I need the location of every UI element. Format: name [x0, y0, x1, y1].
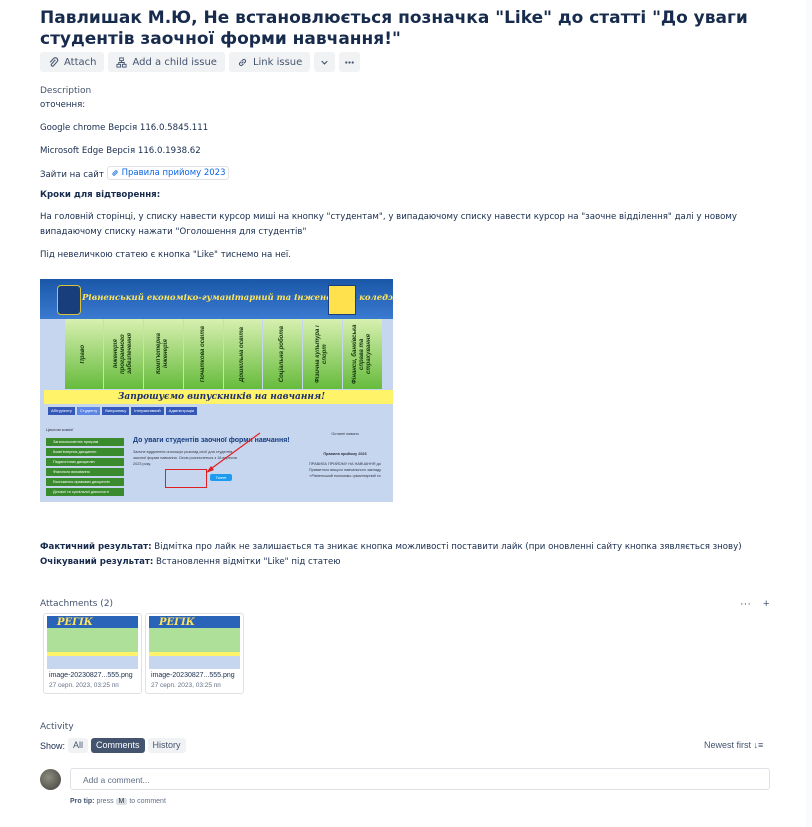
- filter-history[interactable]: History: [147, 738, 186, 753]
- right-col-rules: Правила прийому 2023: [323, 452, 367, 456]
- shortcut-key: M: [115, 798, 128, 805]
- attachment-thumbnail: РЕГІК: [47, 616, 138, 669]
- actual-result-text: Відмітка про лайк не залишається та зник…: [154, 542, 742, 552]
- link-icon: [111, 170, 118, 176]
- pro-tip-label: Pro tip:: [70, 798, 95, 805]
- steps-heading-text: Кроки для відтворення:: [40, 190, 161, 200]
- attachment-card[interactable]: РЕГІК image-20230827...555.png 27 серп. …: [43, 613, 142, 694]
- attach-button[interactable]: Attach: [40, 52, 105, 72]
- sort-order-button[interactable]: Newest first ↓≡: [704, 740, 763, 750]
- attachments-more-button[interactable]: ···: [740, 598, 751, 610]
- right-col-heading: Останні новини: [331, 432, 359, 436]
- attachment-thumbnail: РЕГІК: [149, 616, 240, 669]
- attachment-name: image-20230827...555.png: [49, 672, 133, 679]
- add-comment-input[interactable]: Add a comment...: [70, 768, 770, 790]
- actual-result: Фактичний результат: Відмітка про лайк н…: [40, 542, 742, 552]
- activity-label: Activity: [40, 722, 74, 732]
- browser-chrome: Google chrome Версія 116.0.5845.111: [40, 123, 209, 133]
- description-label: Description: [40, 86, 92, 96]
- embedded-screenshot[interactable]: Рівненський економіко-гуманітарний та ін…: [40, 279, 393, 502]
- add-child-label: Add a child issue: [132, 56, 217, 68]
- more-icon: [345, 60, 355, 64]
- issue-toolbar: Attach Add a child issue Link issue: [40, 52, 361, 72]
- attach-label: Attach: [64, 56, 97, 68]
- link-issue-label: Link issue: [252, 56, 303, 68]
- add-child-issue-button[interactable]: Add a child issue: [108, 52, 225, 72]
- activity-filter: Show: All Comments History: [40, 738, 186, 753]
- attachments-actions: ··· +: [740, 598, 769, 610]
- issue-title: Павлишак М.Ю, Не встановлюється позначка…: [40, 8, 748, 49]
- hierarchy-icon: [116, 56, 128, 68]
- step-1: На головній сторінці, у списку навести к…: [40, 212, 737, 237]
- goto-prefix: Зайти на сайт: [40, 170, 104, 180]
- rules-link-text: Правила прийому 2023: [121, 168, 226, 178]
- show-label: Show:: [40, 740, 66, 751]
- goto-site-line: Зайти на сайт Правила прийому 2023: [40, 166, 230, 182]
- step-2: Під невеличкою статею є кнопка "Like" ти…: [40, 250, 292, 260]
- avatar: [40, 769, 61, 790]
- expected-result: Очікуваний результат: Встановлення відмі…: [40, 557, 341, 567]
- rules-link[interactable]: Правила прийому 2023: [106, 166, 230, 180]
- pro-tip-rest: to comment: [129, 798, 166, 805]
- link-issue-dropdown[interactable]: [314, 52, 336, 72]
- chevron-down-icon: [321, 60, 328, 65]
- attachment-date: 27 серп. 2023, 03:25 пп: [151, 682, 221, 689]
- steps-heading: Кроки для відтворення:: [40, 189, 160, 202]
- attachments-add-button[interactable]: +: [763, 598, 769, 610]
- browser-edge: Microsoft Edge Версія 116.0.1938.62: [40, 146, 201, 156]
- attachment-name: image-20230827...555.png: [151, 672, 235, 679]
- paperclip-icon: [49, 56, 59, 67]
- link-issue-button[interactable]: Link issue: [228, 52, 311, 72]
- actual-result-label: Фактичний результат:: [40, 542, 152, 552]
- attachments-label: Attachments (2): [40, 599, 114, 609]
- env-label: оточення:: [40, 100, 86, 110]
- right-column: Останні новини Правила прийому 2023 ПРАВ…: [305, 431, 385, 479]
- scrollbar[interactable]: [806, 0, 812, 827]
- attachment-date: 27 серп. 2023, 03:25 пп: [49, 682, 119, 689]
- expected-result-label: Очікуваний результат:: [40, 557, 154, 567]
- attachment-card[interactable]: РЕГІК image-20230827...555.png 27 серп. …: [145, 613, 244, 694]
- pro-tip-press: press: [96, 798, 114, 805]
- link-icon: [238, 58, 246, 66]
- pro-tip: Pro tip: press M to comment: [70, 798, 166, 805]
- filter-comments[interactable]: Comments: [91, 738, 145, 753]
- right-col-text: ПРАВИЛА ПРИЙОМУ НА НАВЧАННЯ до Приватног…: [308, 462, 382, 478]
- filter-all[interactable]: All: [68, 738, 89, 753]
- expected-result-text: Встановлення відмітки "Like" під статею: [156, 557, 341, 567]
- more-actions-button[interactable]: [339, 52, 361, 72]
